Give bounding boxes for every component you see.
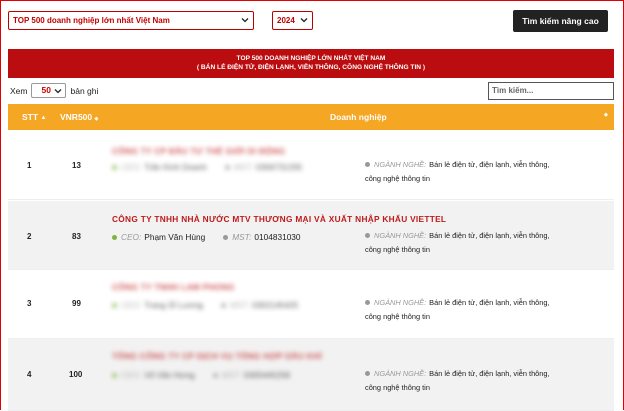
industry-text: NGÀNH NGHỀ: Bán lẻ điện tử, điện lạnh, vi… bbox=[365, 158, 565, 186]
row-vnr500: 13 bbox=[72, 161, 81, 170]
industry-text: NGÀNH NGHỀ: Bán lẻ điện tử, điện lạnh, vi… bbox=[365, 229, 565, 257]
row-vnr500: 83 bbox=[72, 232, 81, 241]
show-label: Xem bbox=[10, 85, 28, 96]
company-meta: CEO: Trần Kinh Doanh MST: 0306731335 bbox=[112, 162, 302, 172]
mst-label: MST: bbox=[229, 300, 250, 310]
table-row[interactable]: 2 83 CÔNG TY TNHH NHÀ NƯỚC MTV THƯƠNG MẠ… bbox=[8, 201, 614, 270]
industry-label: NGÀNH NGHỀ: bbox=[374, 369, 427, 378]
mst-dot-icon bbox=[223, 234, 229, 240]
ceo-value: Trang Sĩ Lương bbox=[144, 300, 203, 310]
records-label: bản ghi bbox=[70, 85, 99, 96]
header-company-label: Doanh nghiệp bbox=[330, 112, 387, 122]
sort-icon: ◆ bbox=[604, 112, 608, 118]
company-meta: CEO: Phạm Văn Hùng MST: 0104831030 bbox=[112, 232, 301, 242]
mst-value: 0305445258 bbox=[243, 370, 290, 380]
page-length-control: Xem 50 bản ghi bbox=[10, 83, 98, 98]
chevron-down-icon bbox=[300, 18, 308, 23]
year-select[interactable]: 2024 bbox=[272, 11, 313, 30]
page-length-select[interactable]: 50 bbox=[31, 83, 67, 98]
mst-dot-icon bbox=[212, 372, 218, 378]
table-row[interactable]: 3 99 CÔNG TY TNHH LAM PHONG CEO: Trang S… bbox=[8, 270, 614, 339]
header-vnr500-label: VNR500 bbox=[60, 112, 93, 122]
row-stt: 3 bbox=[27, 299, 32, 308]
ceo-dot-icon bbox=[112, 372, 117, 378]
row-vnr500: 100 bbox=[69, 370, 83, 379]
industry-text: NGÀNH NGHỀ: Bán lẻ điện tử, điện lạnh, vi… bbox=[365, 367, 565, 395]
table-row[interactable]: 1 13 CÔNG TY CP ĐẦU TƯ THẾ GIỚI DI ĐỘNG … bbox=[8, 131, 614, 200]
ceo-dot-icon bbox=[112, 302, 117, 308]
chevron-down-icon bbox=[241, 18, 249, 23]
page-frame: TOP 500 doanh nghiệp lớn nhất Việt Nam 2… bbox=[0, 0, 624, 411]
company-name-link[interactable]: CÔNG TY CP ĐẦU TƯ THẾ GIỚI DI ĐỘNG bbox=[112, 146, 285, 156]
list-select-value: TOP 500 doanh nghiệp lớn nhất Việt Nam bbox=[13, 16, 170, 25]
chevron-down-icon bbox=[55, 89, 62, 94]
company-meta: CEO: Trang Sĩ Lương MST: 0302145425 bbox=[112, 300, 298, 310]
company-name-link[interactable]: TỔNG CÔNG TY CP DỊCH VỤ TỔNG HỢP DẦU KHÍ bbox=[112, 351, 322, 361]
company-meta: CEO: Võ Văn Hưng MST: 0305445258 bbox=[112, 370, 290, 380]
header-stt-label: STT bbox=[22, 112, 39, 122]
advanced-search-button[interactable]: Tìm kiếm nâng cao bbox=[513, 10, 608, 32]
industry-text: NGÀNH NGHỀ: Bán lẻ điện tử, điện lạnh, vi… bbox=[365, 296, 565, 324]
ceo-value: Võ Văn Hưng bbox=[144, 370, 195, 380]
ceo-label: CEO: bbox=[121, 232, 142, 242]
table-row[interactable]: 4 100 TỔNG CÔNG TY CP DỊCH VỤ TỔNG HỢP D… bbox=[8, 339, 614, 411]
industry-dot-icon bbox=[365, 233, 370, 238]
ceo-label: CEO: bbox=[121, 370, 142, 380]
mst-label: MST: bbox=[233, 162, 253, 172]
search-input[interactable]: Tìm kiếm... bbox=[488, 82, 614, 100]
header-stt[interactable]: STT ▲ bbox=[22, 112, 46, 122]
mst-label: MST: bbox=[232, 232, 252, 242]
row-stt: 4 bbox=[27, 370, 32, 379]
header-company[interactable]: Doanh nghiệp bbox=[330, 112, 387, 122]
mst-dot-icon bbox=[220, 302, 226, 308]
industry-dot-icon bbox=[365, 162, 370, 167]
industry-dot-icon bbox=[365, 300, 370, 305]
mst-value: 0302145425 bbox=[252, 300, 299, 310]
mst-label: MST: bbox=[221, 370, 241, 380]
year-select-value: 2024 bbox=[277, 16, 295, 25]
mst-value: 0104831030 bbox=[254, 232, 301, 242]
header-vnr500[interactable]: VNR500 ◆ bbox=[60, 112, 98, 122]
list-select[interactable]: TOP 500 doanh nghiệp lớn nhất Việt Nam bbox=[8, 11, 254, 30]
ceo-value: Trần Kinh Doanh bbox=[144, 162, 207, 172]
mst-dot-icon bbox=[224, 164, 230, 170]
sort-icon: ◆ bbox=[94, 116, 99, 122]
industry-dot-icon bbox=[365, 371, 370, 376]
company-name-link[interactable]: CÔNG TY TNHH LAM PHONG bbox=[112, 282, 235, 292]
industry-label: NGÀNH NGHỀ: bbox=[374, 298, 427, 307]
ceo-dot-icon bbox=[112, 164, 117, 170]
ceo-label: CEO: bbox=[121, 300, 142, 310]
ceo-label: CEO: bbox=[121, 162, 142, 172]
table-header: STT ▲ VNR500 ◆ Doanh nghiệp ◆ bbox=[8, 104, 614, 130]
industry-label: NGÀNH NGHỀ: bbox=[374, 160, 427, 169]
ceo-dot-icon bbox=[112, 234, 117, 240]
ceo-value: Phạm Văn Hùng bbox=[144, 232, 206, 242]
page-length-value: 50 bbox=[41, 85, 51, 95]
company-name-link[interactable]: CÔNG TY TNHH NHÀ NƯỚC MTV THƯƠNG MẠI VÀ … bbox=[112, 214, 446, 224]
row-vnr500: 99 bbox=[72, 299, 81, 308]
row-stt: 2 bbox=[27, 232, 32, 241]
industry-label: NGÀNH NGHỀ: bbox=[374, 231, 427, 240]
table-banner: TOP 500 DOANH NGHIỆP LỚN NHẤT VIỆT NAM (… bbox=[8, 49, 614, 78]
banner-subtitle: ( BÁN LẺ ĐIỆN TỬ, ĐIỆN LẠNH, VIỄN THÔNG,… bbox=[196, 64, 426, 71]
row-stt: 1 bbox=[27, 161, 32, 170]
mst-value: 0306731335 bbox=[255, 162, 303, 172]
banner-title: TOP 500 DOANH NGHIỆP LỚN NHẤT VIỆT NAM bbox=[236, 55, 386, 62]
sort-asc-icon: ▲ bbox=[40, 115, 47, 121]
